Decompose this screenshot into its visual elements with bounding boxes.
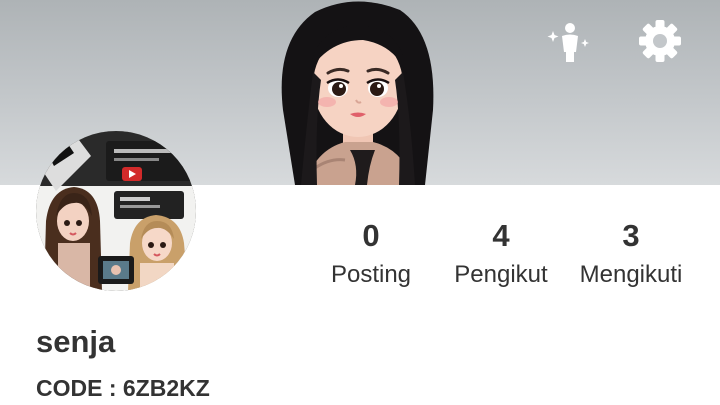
profile-collage-image — [36, 131, 196, 291]
profile-code-value: 6ZB2KZ — [122, 375, 210, 401]
profile-stats: 0 Posting 4 Pengikut 3 Mengikuti — [306, 214, 696, 294]
stat-following-label: Mengikuti — [579, 261, 683, 288]
stat-followers[interactable]: 4 Pengikut — [436, 214, 566, 294]
profile-screen: 0 Posting 4 Pengikut 3 Mengikuti senja C… — [0, 0, 720, 405]
avatar-edit-button[interactable] — [543, 15, 595, 67]
profile-name: senja — [36, 324, 116, 359]
stat-following[interactable]: 3 Mengikuti — [566, 214, 696, 294]
stat-posting-label: Posting — [330, 261, 412, 288]
stat-following-count: 3 — [622, 218, 640, 253]
gear-icon — [639, 20, 681, 62]
settings-button[interactable] — [634, 15, 686, 67]
avatar-sparkle-icon — [547, 23, 589, 62]
stat-posting[interactable]: 0 Posting — [306, 214, 436, 294]
profile-picture[interactable] — [36, 131, 196, 291]
profile-code-label: CODE : — [36, 375, 123, 401]
stat-followers-count: 4 — [492, 218, 510, 253]
hero-avatar-image — [281, 1, 434, 185]
profile-code[interactable]: CODE : 6ZB2KZ — [36, 372, 210, 404]
stat-posting-count: 0 — [362, 218, 380, 253]
stat-followers-label: Pengikut — [454, 261, 548, 288]
